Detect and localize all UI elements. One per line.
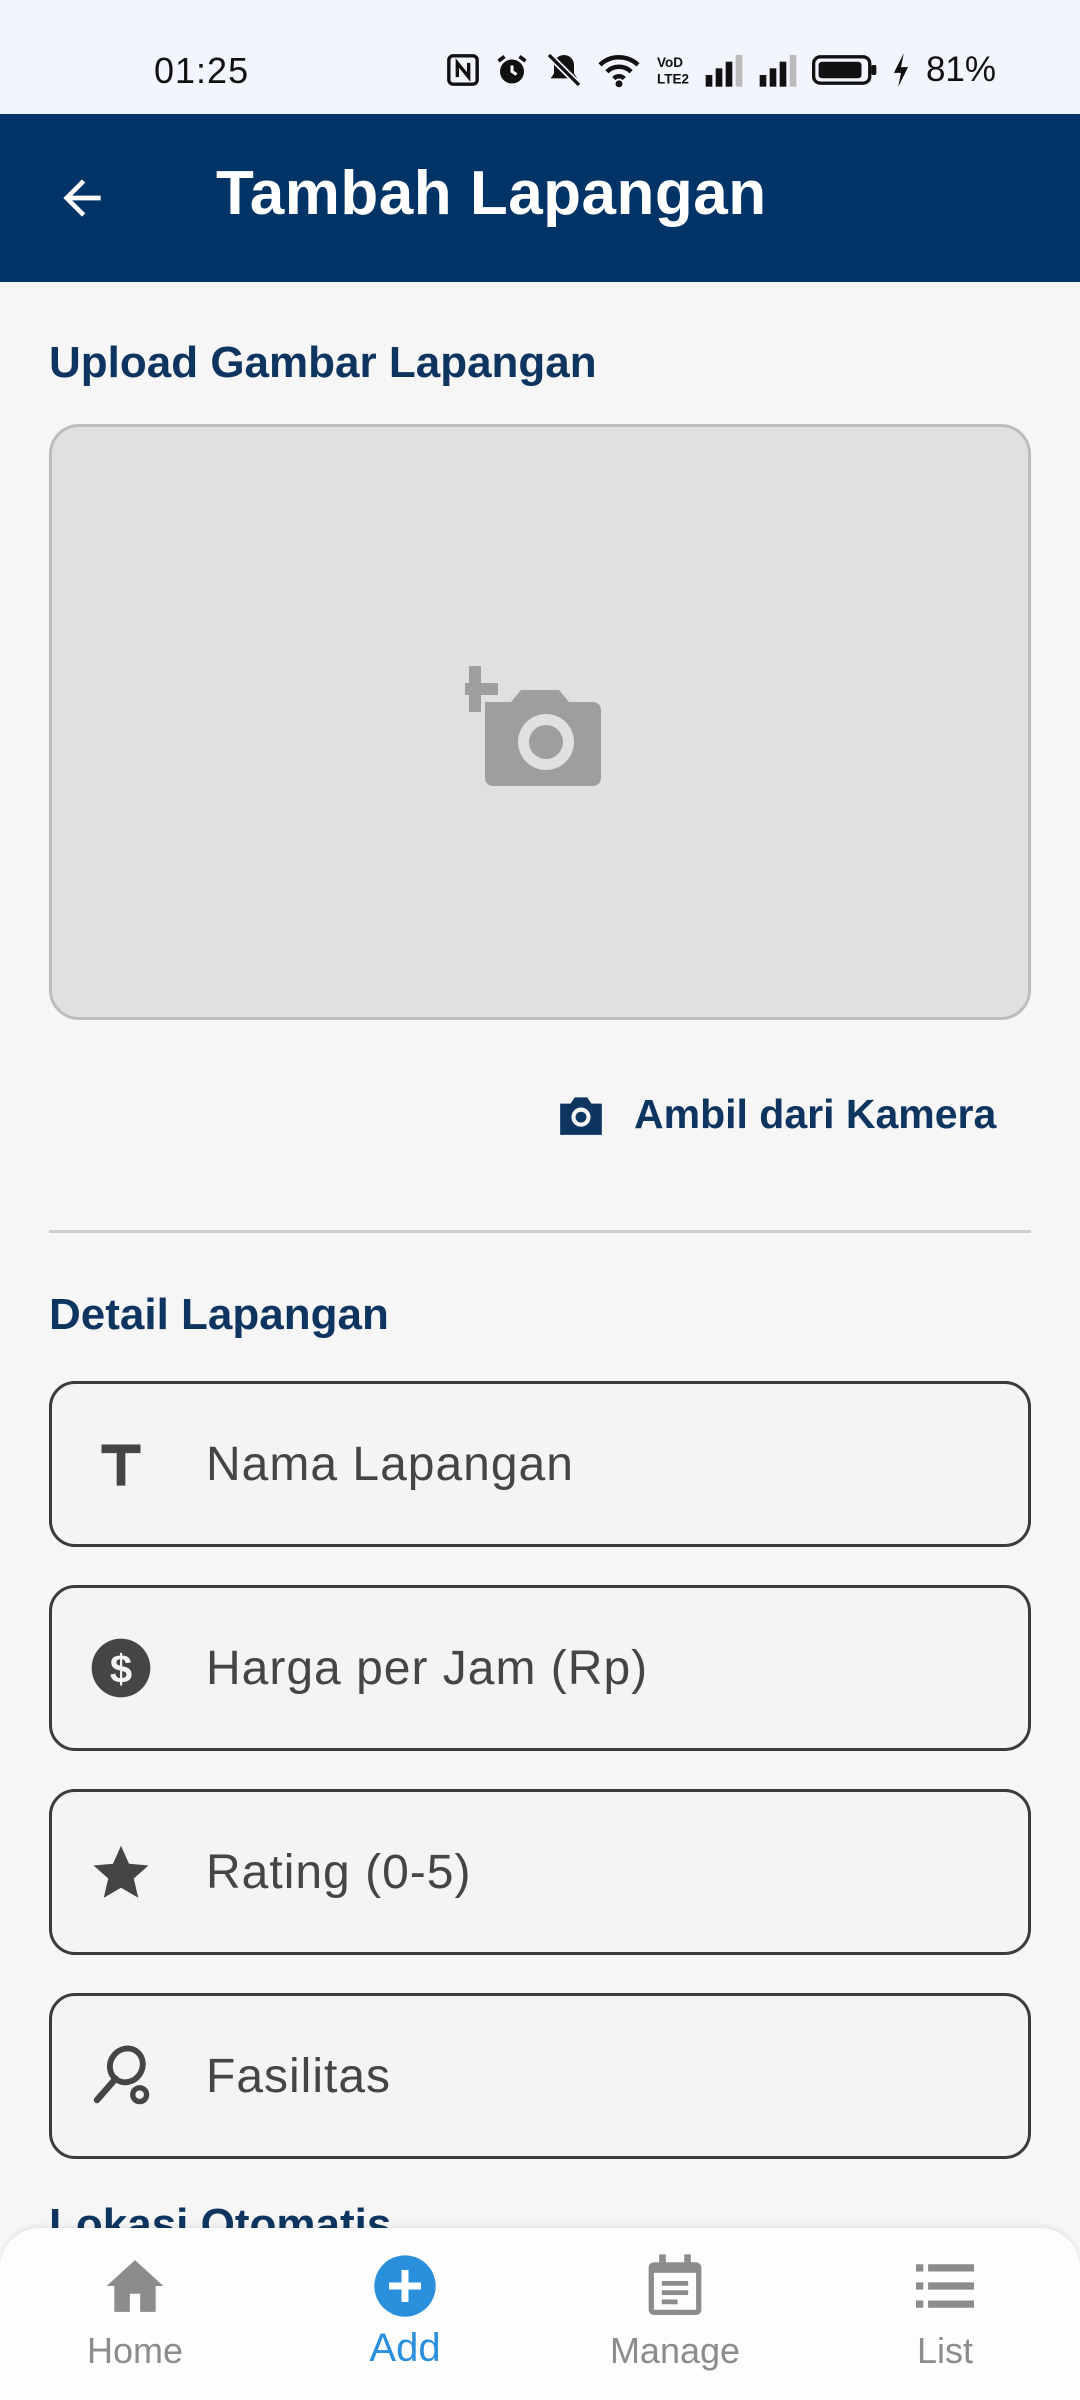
field-price-placeholder: Harga per Jam (Rp) — [206, 1641, 649, 1695]
nfc-icon — [447, 54, 479, 86]
charging-icon — [893, 53, 909, 87]
upload-section-title: Upload Gambar Lapangan — [49, 338, 597, 387]
signal-icon-1 — [705, 55, 743, 87]
nav-manage-label: Manage — [609, 2330, 741, 2371]
svg-text:LTE2: LTE2 — [657, 72, 689, 87]
svg-text:$: $ — [110, 1648, 132, 1692]
camera-button-label: Ambil dari Kamera — [634, 1090, 997, 1137]
battery-percent: 81% — [925, 50, 996, 89]
camera-icon — [560, 1097, 602, 1135]
page-title: Tambah Lapangan — [216, 159, 767, 228]
app-bar: Tambah Lapangan — [0, 114, 1080, 282]
field-facilities[interactable]: Fasilitas — [49, 1993, 1031, 2159]
nav-list-label: List — [916, 2330, 974, 2371]
star-icon — [89, 1840, 153, 1904]
field-rating[interactable]: Rating (0-5) — [49, 1789, 1031, 1955]
take-from-camera-button[interactable]: Ambil dari Kamera — [556, 1086, 996, 1142]
field-facilities-placeholder: Fasilitas — [206, 2049, 392, 2103]
field-name[interactable]: Nama Lapangan — [49, 1381, 1031, 1547]
back-button[interactable] — [48, 164, 116, 232]
nav-list[interactable]: List — [845, 2250, 1045, 2390]
field-price[interactable]: $ Harga per Jam (Rp) — [49, 1585, 1031, 1751]
field-rating-placeholder: Rating (0-5) — [206, 1845, 472, 1899]
wifi-icon — [598, 55, 640, 88]
image-upload-area[interactable] — [49, 424, 1031, 1020]
mute-icon — [546, 52, 582, 88]
nav-add[interactable]: Add — [305, 2250, 505, 2390]
detail-section-title: Detail Lapangan — [49, 1290, 389, 1339]
racket-icon — [89, 2044, 153, 2108]
alarm-icon — [497, 55, 527, 84]
add-circle-icon — [373, 2250, 437, 2322]
nav-home-label: Home — [86, 2330, 184, 2371]
svg-text:VoD: VoD — [657, 55, 683, 70]
nav-home[interactable]: Home — [35, 2250, 235, 2390]
nav-manage[interactable]: Manage — [575, 2250, 775, 2390]
signal-icon-2 — [759, 55, 797, 87]
list-icon — [916, 2250, 974, 2322]
status-bar: 01:25 VoD LTE2 81% — [0, 0, 1080, 114]
arrow-back-icon — [63, 179, 101, 217]
calendar-note-icon — [646, 2250, 704, 2322]
add-photo-icon — [465, 666, 601, 786]
section-divider — [49, 1230, 1031, 1233]
home-icon — [104, 2250, 166, 2322]
status-icons: VoD LTE2 81% — [446, 48, 996, 92]
battery-icon — [811, 55, 877, 85]
dollar-circle-icon: $ — [89, 1636, 153, 1700]
status-time: 01:25 — [154, 50, 250, 91]
text-icon — [89, 1432, 153, 1496]
field-name-placeholder: Nama Lapangan — [206, 1437, 574, 1491]
volte-icon: VoD LTE2 — [657, 55, 689, 87]
nav-add-label: Add — [369, 2326, 441, 2370]
bottom-navigation: Home Add Manage List — [0, 2228, 1080, 2400]
